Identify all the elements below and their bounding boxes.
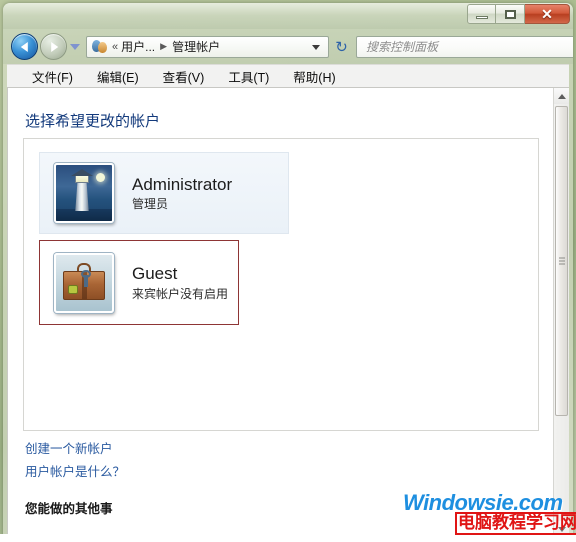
accounts-panel: Administrator 管理员 Guest 来宾帐户没有启用 bbox=[23, 138, 539, 431]
user-accounts-icon bbox=[91, 39, 108, 54]
maximize-button[interactable] bbox=[496, 4, 525, 24]
search-input[interactable] bbox=[364, 38, 568, 55]
close-button[interactable]: ✕ bbox=[525, 4, 570, 24]
menu-item-help[interactable]: 帮助(H) bbox=[286, 65, 342, 88]
close-icon: ✕ bbox=[541, 5, 553, 22]
menu-bar: 文件(F) 编辑(E) 查看(V) 工具(T) 帮助(H) bbox=[7, 64, 569, 88]
account-tile-guest[interactable]: Guest 来宾帐户没有启用 bbox=[39, 240, 239, 325]
menu-item-tools[interactable]: 工具(T) bbox=[221, 65, 276, 88]
menu-item-edit[interactable]: 编辑(E) bbox=[90, 65, 146, 88]
page-title: 选择希望更改的帐户 bbox=[25, 113, 161, 130]
triangle-up-icon bbox=[557, 93, 566, 99]
chevron-down-icon[interactable] bbox=[312, 44, 320, 50]
desktop-background: ✕ « 用户... ▶ 管理帐户 ↻ 搜索控制面板 文件(F) 编辑(E) 查看… bbox=[0, 0, 576, 542]
navigation-bar: « 用户... ▶ 管理帐户 ↻ bbox=[3, 29, 573, 64]
arrow-right-icon bbox=[50, 41, 58, 52]
arrow-left-icon bbox=[20, 41, 28, 52]
account-description: 来宾帐户没有启用 bbox=[132, 286, 229, 301]
account-text-guest: Guest 来宾帐户没有启用 bbox=[132, 263, 228, 301]
window-controls: ✕ bbox=[467, 4, 570, 25]
forward-button[interactable] bbox=[40, 33, 67, 60]
menu-item-view[interactable]: 查看(V) bbox=[156, 65, 212, 88]
breadcrumb-item-users[interactable]: 用户... bbox=[121, 38, 155, 55]
scrollbar-thumb[interactable] bbox=[555, 106, 568, 416]
link-create-new-account[interactable]: 创建一个新帐户 bbox=[25, 438, 113, 457]
account-description: 管理员 bbox=[132, 197, 169, 212]
vertical-scrollbar[interactable] bbox=[553, 88, 569, 537]
breadcrumb-item-manage-accounts[interactable]: 管理帐户 bbox=[172, 38, 220, 55]
scrollbar-grip-icon bbox=[559, 257, 565, 265]
lighthouse-avatar bbox=[54, 163, 114, 223]
account-text-administrator: Administrator 管理员 bbox=[132, 174, 232, 212]
breadcrumb-separator-icon: ▶ bbox=[160, 41, 168, 51]
control-panel-window: ✕ « 用户... ▶ 管理帐户 ↻ 搜索控制面板 文件(F) 编辑(E) 查看… bbox=[3, 3, 573, 539]
other-things-heading: 您能做的其他事 bbox=[25, 502, 113, 516]
maximize-icon bbox=[505, 10, 516, 19]
menu-item-file[interactable]: 文件(F) bbox=[25, 65, 80, 88]
history-dropdown-icon[interactable] bbox=[70, 43, 80, 50]
watermark-tagline: 电脑教程学习网 bbox=[455, 512, 576, 535]
minimize-icon bbox=[476, 16, 488, 19]
bottom-strip bbox=[0, 534, 576, 542]
scroll-up-button[interactable] bbox=[554, 88, 569, 104]
address-bar[interactable]: « 用户... ▶ 管理帐户 bbox=[86, 35, 329, 58]
search-box[interactable] bbox=[356, 35, 573, 58]
account-tile-administrator[interactable]: Administrator 管理员 bbox=[39, 152, 289, 234]
breadcrumb-overflow-icon[interactable]: « bbox=[112, 41, 118, 53]
refresh-icon[interactable]: ↻ bbox=[332, 37, 351, 56]
account-name: Guest bbox=[132, 264, 178, 284]
suitcase-avatar bbox=[54, 252, 114, 313]
minimize-button[interactable] bbox=[467, 4, 496, 24]
account-name: Administrator bbox=[132, 174, 233, 194]
content-area: 选择希望更改的帐户 Administrator 管理员 Guest 来宾帐户没有… bbox=[7, 88, 556, 537]
link-what-is-user-account[interactable]: 用户帐户是什么？ bbox=[25, 461, 125, 480]
back-button[interactable] bbox=[11, 33, 38, 60]
